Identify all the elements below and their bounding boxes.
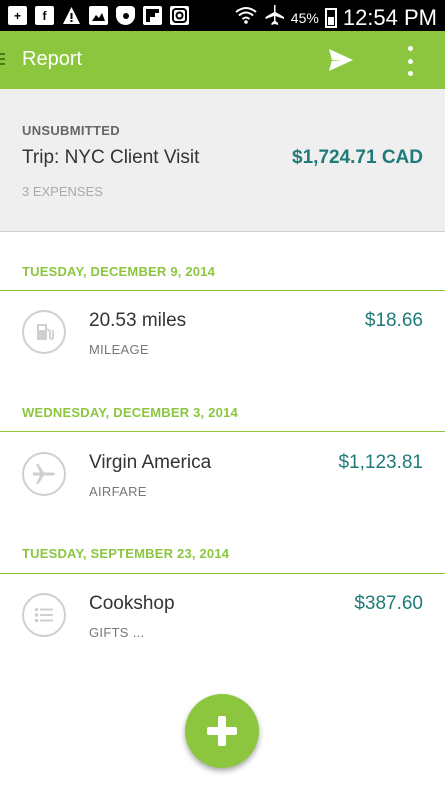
date-header: TUESDAY, DECEMBER 9, 2014 [22, 264, 216, 279]
facebook-icon: f [35, 6, 54, 25]
send-button[interactable] [328, 48, 354, 72]
expense-count: 3 EXPENSES [22, 184, 103, 199]
app-bar: Report [0, 31, 445, 89]
drawer-handle[interactable] [0, 53, 5, 67]
list-icon [22, 593, 66, 637]
send-icon [329, 49, 353, 71]
divider [0, 431, 445, 432]
clock: 12:54 PM [342, 4, 437, 30]
shield-icon [116, 6, 135, 25]
status-bar: + f 45% 12:54 PM [0, 0, 445, 31]
instagram-icon [170, 6, 189, 25]
expense-title: Cookshop [89, 593, 175, 614]
add-expense-button[interactable] [185, 694, 259, 768]
battery-icon [324, 7, 337, 28]
page-title: Report [22, 48, 83, 70]
expense-amount: $387.60 [354, 593, 423, 614]
battery-percent: 45% [290, 9, 319, 26]
expense-category: GIFTS ... [89, 625, 145, 640]
report-status: UNSUBMITTED [22, 123, 120, 138]
wifi-icon [235, 6, 257, 29]
report-total: $1,724.71 CAD [292, 147, 423, 168]
date-header: TUESDAY, SEPTEMBER 23, 2014 [22, 546, 230, 561]
image-icon [89, 6, 108, 25]
expense-amount: $18.66 [364, 310, 423, 331]
divider [0, 290, 445, 291]
trip-name: Trip: NYC Client Visit [22, 147, 200, 168]
report-summary: UNSUBMITTED Trip: NYC Client Visit $1,72… [0, 89, 445, 232]
expense-amount: $1,123.81 [338, 452, 423, 473]
expense-title: Virgin America [89, 452, 212, 473]
gas-pump-icon [22, 310, 66, 354]
more-options-button[interactable] [400, 46, 420, 76]
airplane-mode-icon [263, 4, 285, 31]
expense-title: 20.53 miles [89, 310, 187, 331]
expense-category: MILEAGE [89, 342, 149, 357]
date-header: WEDNESDAY, DECEMBER 3, 2014 [22, 405, 238, 420]
system-icons: 45% 12:54 PM [235, 4, 437, 31]
warning-icon [62, 6, 81, 25]
airplane-icon [22, 452, 66, 496]
plus-icon [207, 716, 237, 746]
flipboard-icon [143, 6, 162, 25]
expense-category: AIRFARE [89, 484, 147, 499]
notification-icons: + f [8, 6, 189, 25]
divider [0, 573, 445, 574]
plus-box-icon: + [8, 6, 27, 25]
more-icon [407, 46, 413, 51]
